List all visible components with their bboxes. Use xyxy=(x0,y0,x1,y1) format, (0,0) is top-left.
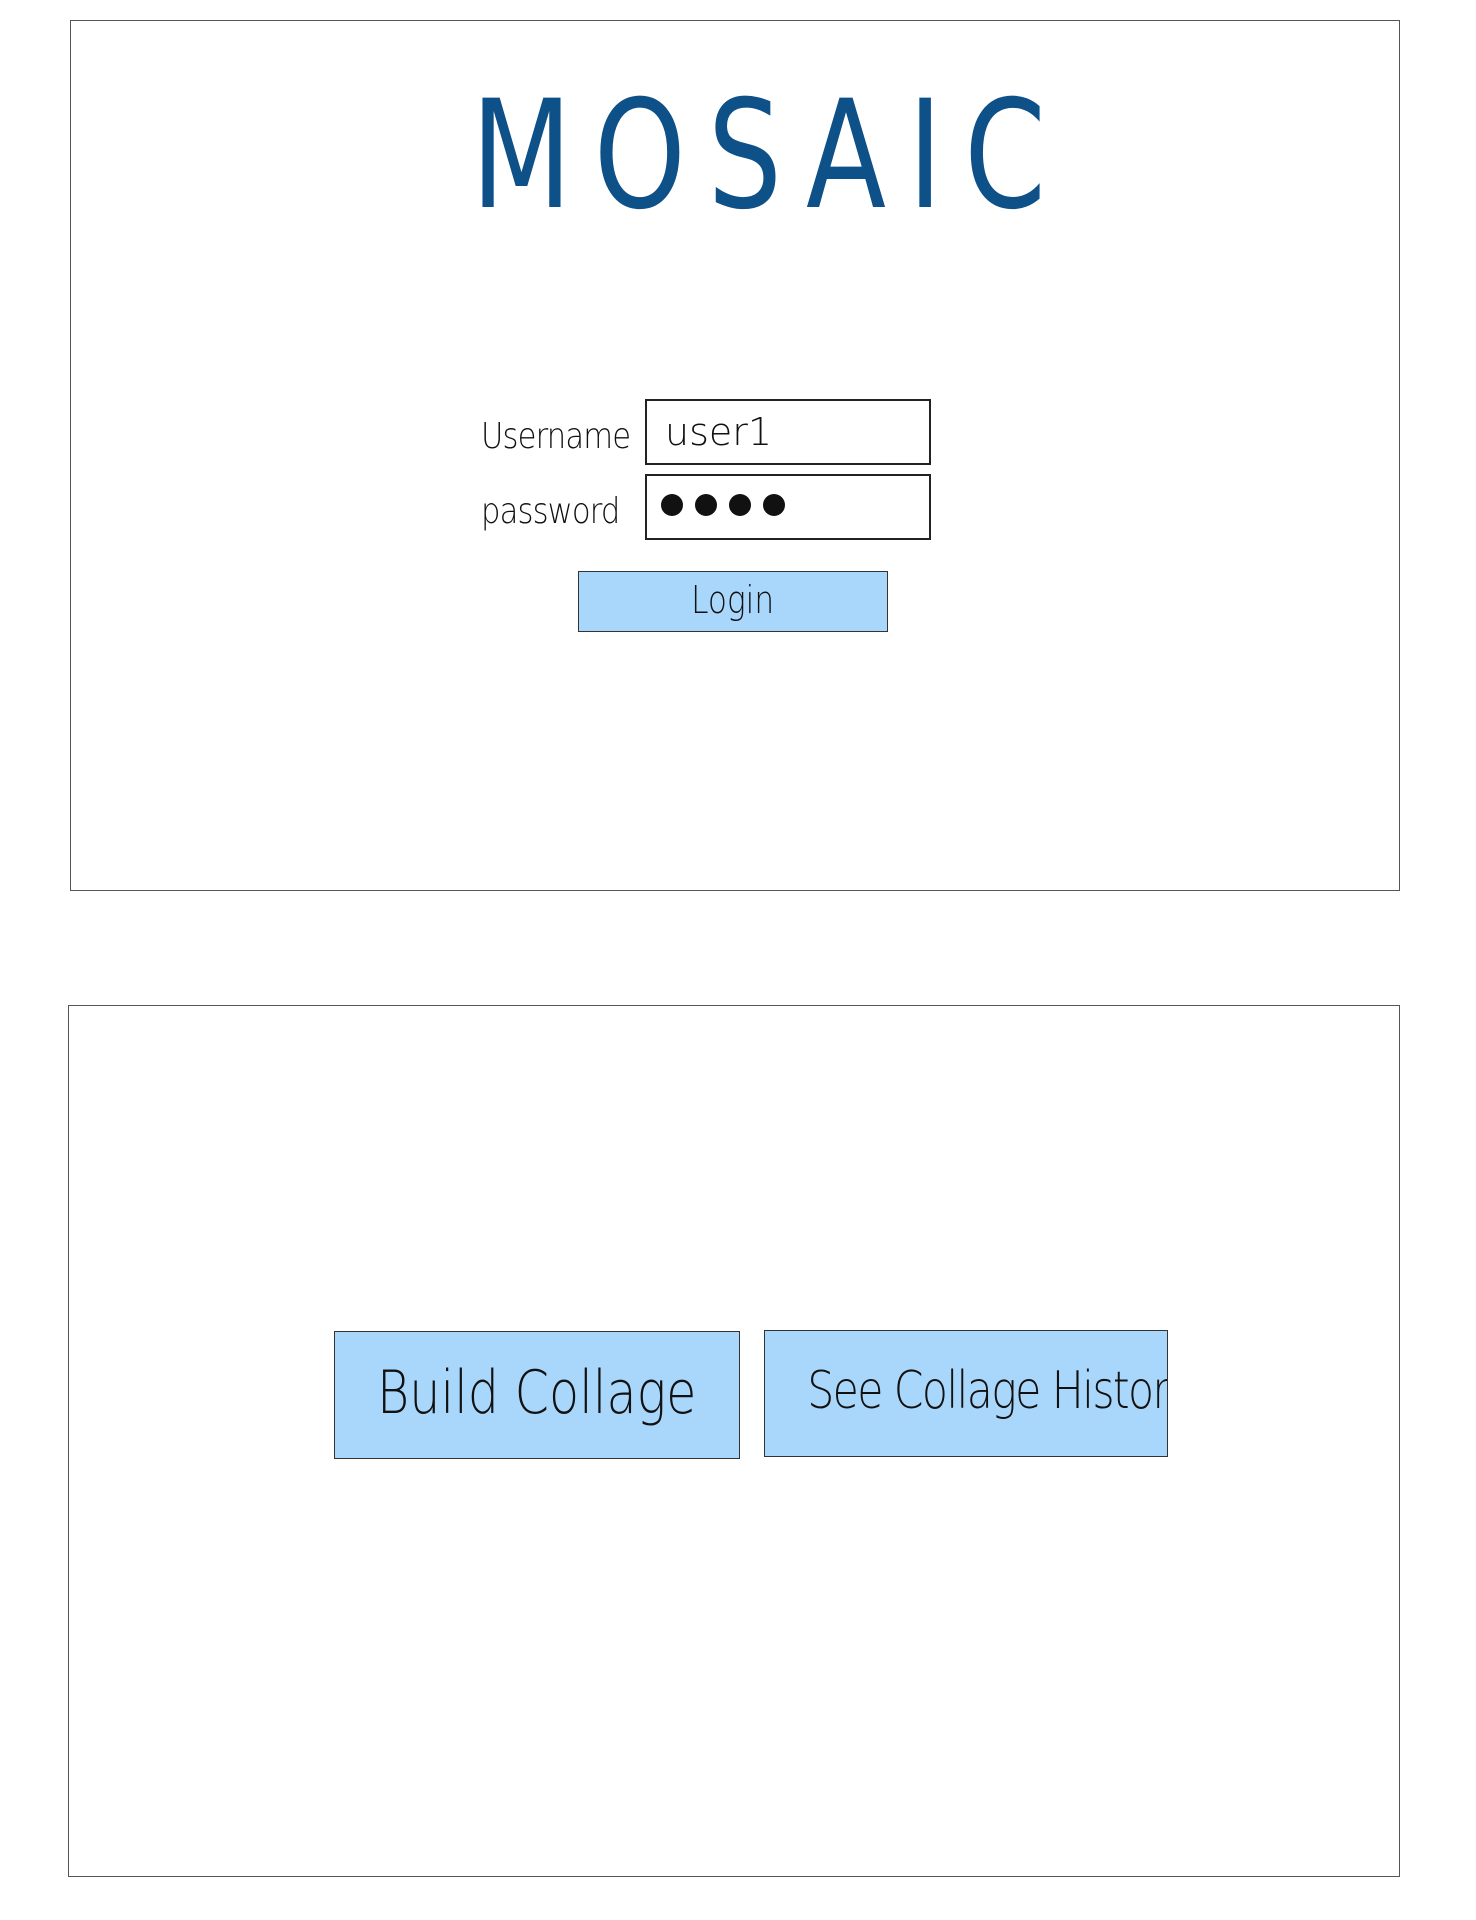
username-label: Username xyxy=(481,416,631,457)
build-collage-label: Build Collage xyxy=(377,1358,697,1428)
login-screen: MOSAIC Username password Login xyxy=(70,20,1400,891)
app-title: MOSAIC xyxy=(471,69,1068,243)
password-label: password xyxy=(481,491,620,532)
password-mask xyxy=(661,494,785,516)
password-dot xyxy=(695,494,717,516)
password-dot xyxy=(729,494,751,516)
password-dot xyxy=(763,494,785,516)
see-collage-history-label: See Collage History xyxy=(807,1361,1168,1421)
login-button-label: Login xyxy=(691,578,775,622)
login-button[interactable]: Login xyxy=(578,571,888,632)
username-field[interactable] xyxy=(645,399,931,465)
build-collage-button[interactable]: Build Collage xyxy=(334,1331,740,1459)
password-field[interactable] xyxy=(645,474,931,540)
see-collage-history-button[interactable]: See Collage History xyxy=(764,1330,1168,1457)
main-menu-screen: Build Collage See Collage History xyxy=(68,1005,1400,1877)
password-dot xyxy=(661,494,683,516)
